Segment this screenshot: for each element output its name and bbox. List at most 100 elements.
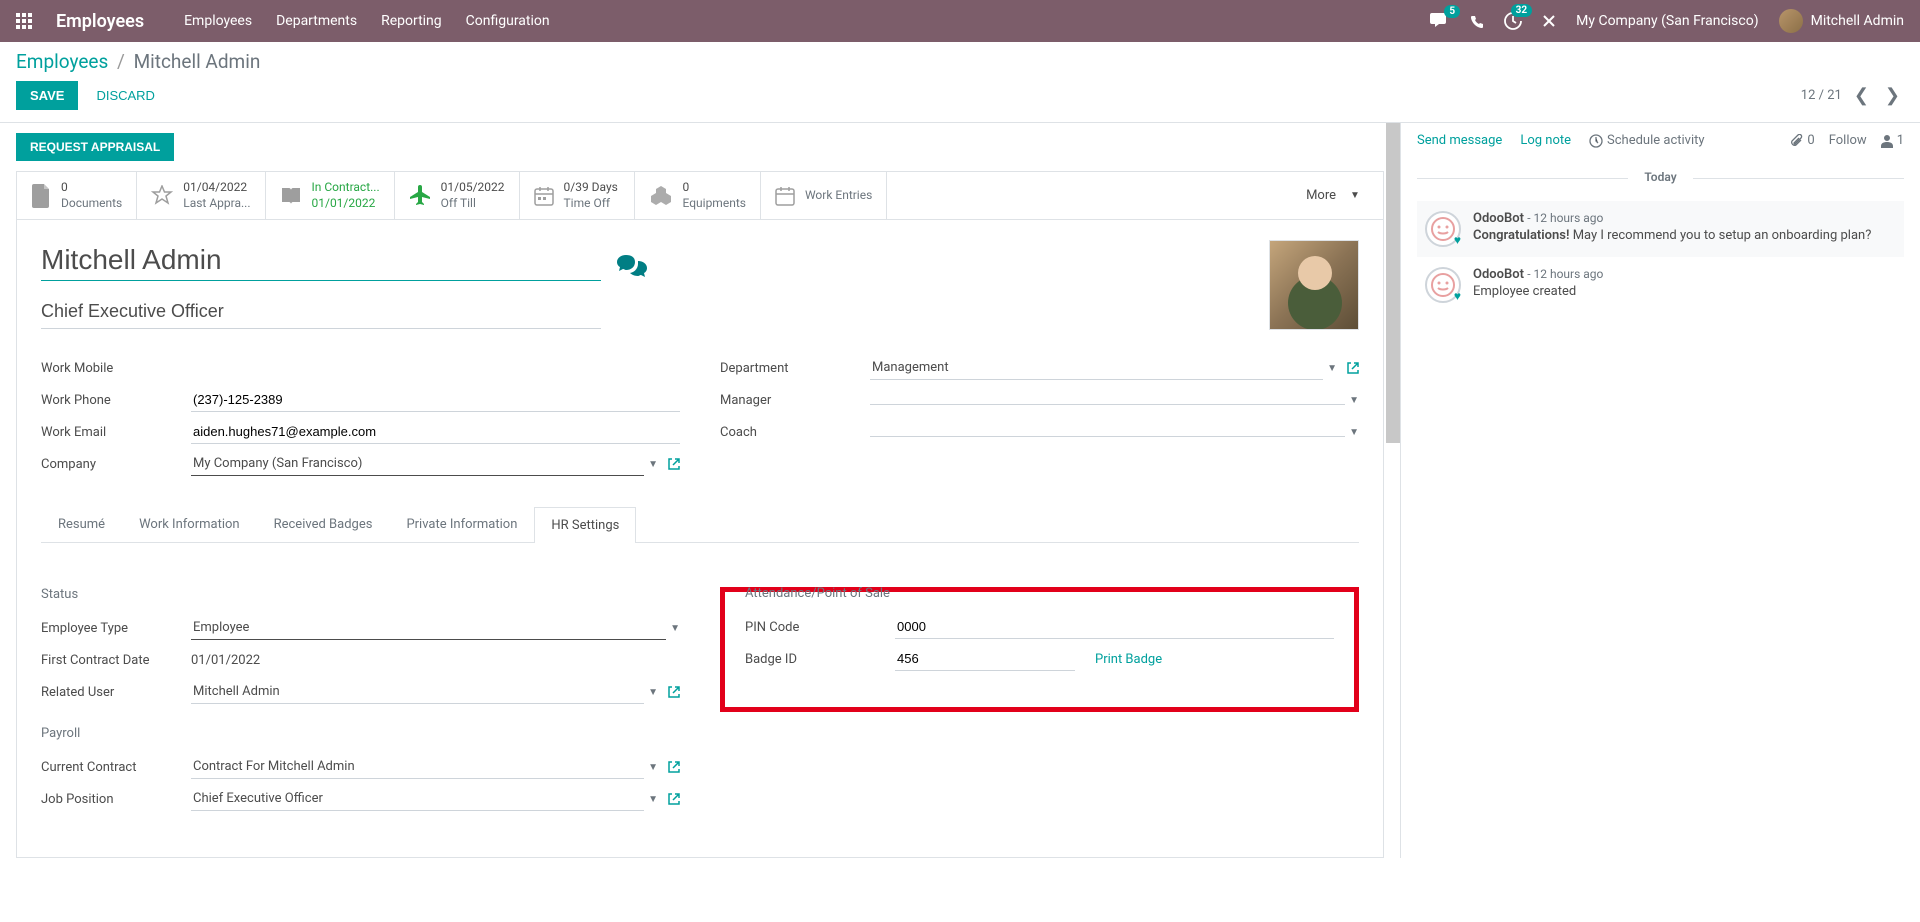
send-message-link[interactable]: Send message xyxy=(1417,133,1502,148)
message-item: ♥ OdooBot - 12 hours ago Congratulations… xyxy=(1417,201,1904,257)
messaging-icon[interactable]: 5 xyxy=(1430,13,1450,29)
work-email-label: Work Email xyxy=(41,425,191,440)
badge-input[interactable] xyxy=(895,647,1075,671)
bot-avatar: ♥ xyxy=(1425,211,1461,247)
external-link-icon[interactable] xyxy=(1347,360,1359,376)
employee-avatar[interactable] xyxy=(1269,240,1359,330)
work-email-input[interactable] xyxy=(191,420,680,444)
chat-badge: 5 xyxy=(1444,5,1460,18)
message-author: OdooBot xyxy=(1473,211,1524,226)
first-contract-value: 01/01/2022 xyxy=(191,653,260,668)
chat-icon[interactable] xyxy=(617,248,647,281)
work-phone-input[interactable] xyxy=(191,388,680,412)
stat-more[interactable]: More▼ xyxy=(1283,172,1383,219)
request-appraisal-button[interactable]: REQUEST APPRAISAL xyxy=(16,133,174,161)
pager-prev-icon[interactable]: ❮ xyxy=(1850,85,1873,106)
stat-appraisal[interactable]: 01/04/2022Last Appra... xyxy=(137,172,265,219)
menu-employees[interactable]: Employees xyxy=(184,13,252,29)
breadcrumb: Employees / Mitchell Admin xyxy=(16,50,1904,73)
breadcrumb-root[interactable]: Employees xyxy=(16,50,108,73)
pager-count[interactable]: 12 / 21 xyxy=(1801,88,1842,103)
stat-equipments[interactable]: 0Equipments xyxy=(635,172,761,219)
external-link-icon[interactable] xyxy=(668,684,680,700)
menu-departments[interactable]: Departments xyxy=(276,13,357,29)
stat-off-till[interactable]: 01/05/2022Off Till xyxy=(395,172,520,219)
chevron-down-icon: ▼ xyxy=(670,623,680,634)
pager-next-icon[interactable]: ❯ xyxy=(1881,85,1904,106)
current-contract-select[interactable]: Contract For Mitchell Admin xyxy=(191,755,644,779)
chevron-down-icon: ▼ xyxy=(1350,190,1360,201)
activity-icon[interactable]: 32 xyxy=(1504,12,1522,30)
menu-configuration[interactable]: Configuration xyxy=(466,13,550,29)
message-author: OdooBot xyxy=(1473,267,1524,282)
chevron-down-icon: ▼ xyxy=(648,794,658,805)
stat-documents[interactable]: 0Documents xyxy=(17,172,137,219)
chevron-down-icon: ▼ xyxy=(648,762,658,773)
apps-icon[interactable] xyxy=(16,13,32,29)
employee-type-select[interactable]: Employee xyxy=(191,616,666,640)
activity-badge: 32 xyxy=(1511,4,1532,17)
book-icon xyxy=(280,183,302,208)
tab-work-info[interactable]: Work Information xyxy=(122,506,257,542)
scrollbar[interactable] xyxy=(1386,123,1400,443)
stat-contract[interactable]: In Contract...01/01/2022 xyxy=(266,172,395,219)
follow-button[interactable]: Follow xyxy=(1829,133,1867,148)
form-sheet: Work Mobile Work Phone Work Email Compan… xyxy=(16,220,1384,858)
external-link-icon[interactable] xyxy=(668,759,680,775)
job-title-input[interactable] xyxy=(41,295,601,329)
discard-button[interactable]: DISCARD xyxy=(82,81,169,110)
document-icon xyxy=(31,183,51,208)
pin-input[interactable] xyxy=(895,615,1334,639)
tab-private[interactable]: Private Information xyxy=(389,506,534,542)
app-title[interactable]: Employees xyxy=(56,11,144,32)
log-note-link[interactable]: Log note xyxy=(1520,133,1571,148)
department-select[interactable]: Management xyxy=(870,356,1323,380)
attachment-count[interactable]: 0 xyxy=(1789,133,1814,148)
bot-avatar: ♥ xyxy=(1425,267,1461,303)
debug-icon[interactable] xyxy=(1542,13,1556,29)
manager-select[interactable] xyxy=(870,396,1345,405)
print-badge-link[interactable]: Print Badge xyxy=(1095,652,1162,667)
top-nav: Employees Employees Departments Reportin… xyxy=(0,0,1920,42)
department-label: Department xyxy=(720,361,870,376)
employee-name-input[interactable] xyxy=(41,240,601,281)
plane-icon xyxy=(409,183,431,208)
job-position-label: Job Position xyxy=(41,792,191,807)
work-phone-label: Work Phone xyxy=(41,393,191,408)
today-separator: Today xyxy=(1628,170,1692,184)
user-menu[interactable]: Mitchell Admin xyxy=(1779,9,1904,33)
tab-resume[interactable]: Resumé xyxy=(41,506,122,542)
external-link-icon[interactable] xyxy=(668,456,680,472)
first-contract-label: First Contract Date xyxy=(41,653,191,668)
external-link-icon[interactable] xyxy=(668,791,680,807)
chevron-down-icon: ▼ xyxy=(1349,427,1359,438)
stat-timeoff[interactable]: 0/39 DaysTime Off xyxy=(520,172,635,219)
menu-reporting[interactable]: Reporting xyxy=(381,13,442,29)
company-switcher[interactable]: My Company (San Francisco) xyxy=(1576,13,1758,29)
calendar-icon xyxy=(534,183,554,208)
message-time: - 12 hours ago xyxy=(1527,211,1603,225)
user-avatar xyxy=(1779,9,1803,33)
person-icon xyxy=(1881,134,1893,148)
job-position-select[interactable]: Chief Executive Officer xyxy=(191,787,644,811)
chatter-sidebar: Send message Log note Schedule activity … xyxy=(1400,123,1920,858)
attendance-highlight: Attendance/Point of Sale PIN Code Badge … xyxy=(720,587,1359,712)
cubes-icon xyxy=(649,183,673,208)
tab-hr-settings[interactable]: HR Settings xyxy=(534,507,636,543)
top-menu: Employees Departments Reporting Configur… xyxy=(184,13,550,29)
stat-work-entries[interactable]: Work Entries xyxy=(761,172,887,219)
tab-badges[interactable]: Received Badges xyxy=(257,506,390,542)
follower-count[interactable]: 1 xyxy=(1881,133,1904,148)
attendance-heading: Attendance/Point of Sale xyxy=(745,586,1334,601)
clock-icon xyxy=(1589,134,1603,148)
coach-label: Coach xyxy=(720,425,870,440)
save-button[interactable]: SAVE xyxy=(16,81,78,110)
chevron-down-icon: ▼ xyxy=(1349,395,1359,406)
schedule-activity-link[interactable]: Schedule activity xyxy=(1589,133,1705,148)
coach-select[interactable] xyxy=(870,428,1345,437)
manager-label: Manager xyxy=(720,393,870,408)
related-user-select[interactable]: Mitchell Admin xyxy=(191,680,644,704)
company-select[interactable]: My Company (San Francisco) xyxy=(191,452,644,476)
stat-buttons: 0Documents 01/04/2022Last Appra... In Co… xyxy=(16,171,1384,220)
phone-icon[interactable] xyxy=(1470,13,1484,29)
